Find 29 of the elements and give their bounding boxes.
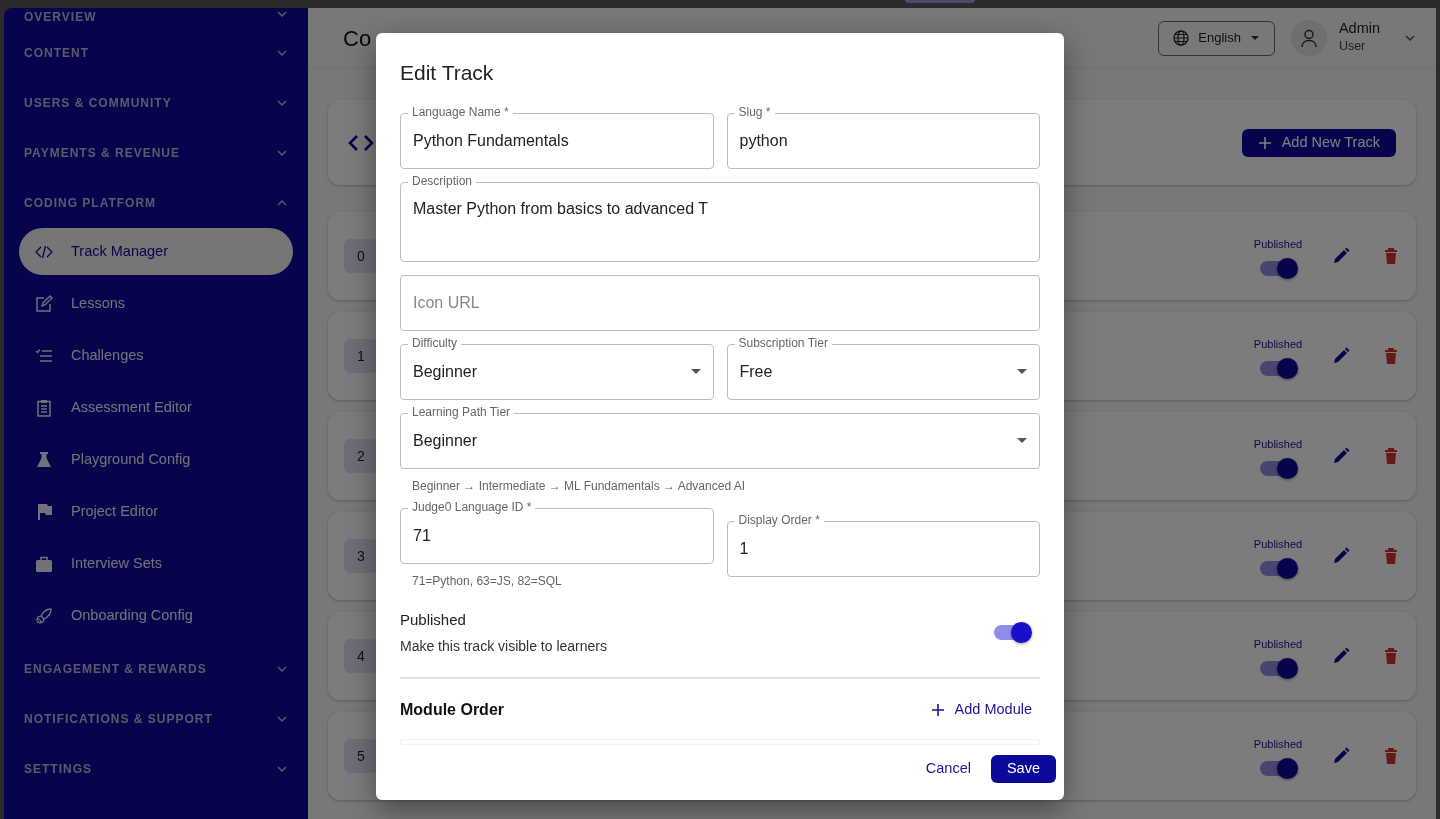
helper-text: Beginner → Intermediate → ML Fundamentals → Advanced AI xyxy=(411,478,747,495)
status-label: Published xyxy=(1253,337,1303,353)
status-label: Published xyxy=(1253,237,1303,253)
user-role: User xyxy=(1338,37,1367,55)
status-label: Published xyxy=(1253,537,1303,553)
field-label: Judge0 Language ID * xyxy=(408,499,536,515)
field-label: Subscription Tier xyxy=(734,335,832,351)
status-label: Published xyxy=(1253,737,1303,753)
order-badge: 1 xyxy=(344,339,378,373)
order-badge: 3 xyxy=(344,539,378,573)
order-badge: 0 xyxy=(344,239,378,273)
field-label: Description xyxy=(408,173,477,189)
dialog-title: Edit Track xyxy=(399,60,495,86)
order-badge: 5 xyxy=(344,739,378,773)
order-badge: 4 xyxy=(344,639,378,673)
order-badge: 2 xyxy=(344,439,378,473)
section-title: Module Order xyxy=(400,699,504,720)
field-label: Learning Path Tier xyxy=(408,404,515,420)
setting-title: Published xyxy=(400,610,467,630)
field-label: Display Order * xyxy=(734,512,824,528)
field-label: Language Name * xyxy=(408,107,513,120)
status-label: Published xyxy=(1253,637,1303,653)
helper-text: 71=Python, 63=JS, 82=SQL xyxy=(411,573,563,590)
user-name: Admin xyxy=(1338,20,1380,37)
field-label: Slug * xyxy=(734,107,775,120)
field-label: Difficulty xyxy=(408,335,462,351)
status-label: Published xyxy=(1253,437,1303,453)
setting-description: Make this track visible to learners xyxy=(400,636,607,656)
page-title: Co xyxy=(343,24,372,53)
